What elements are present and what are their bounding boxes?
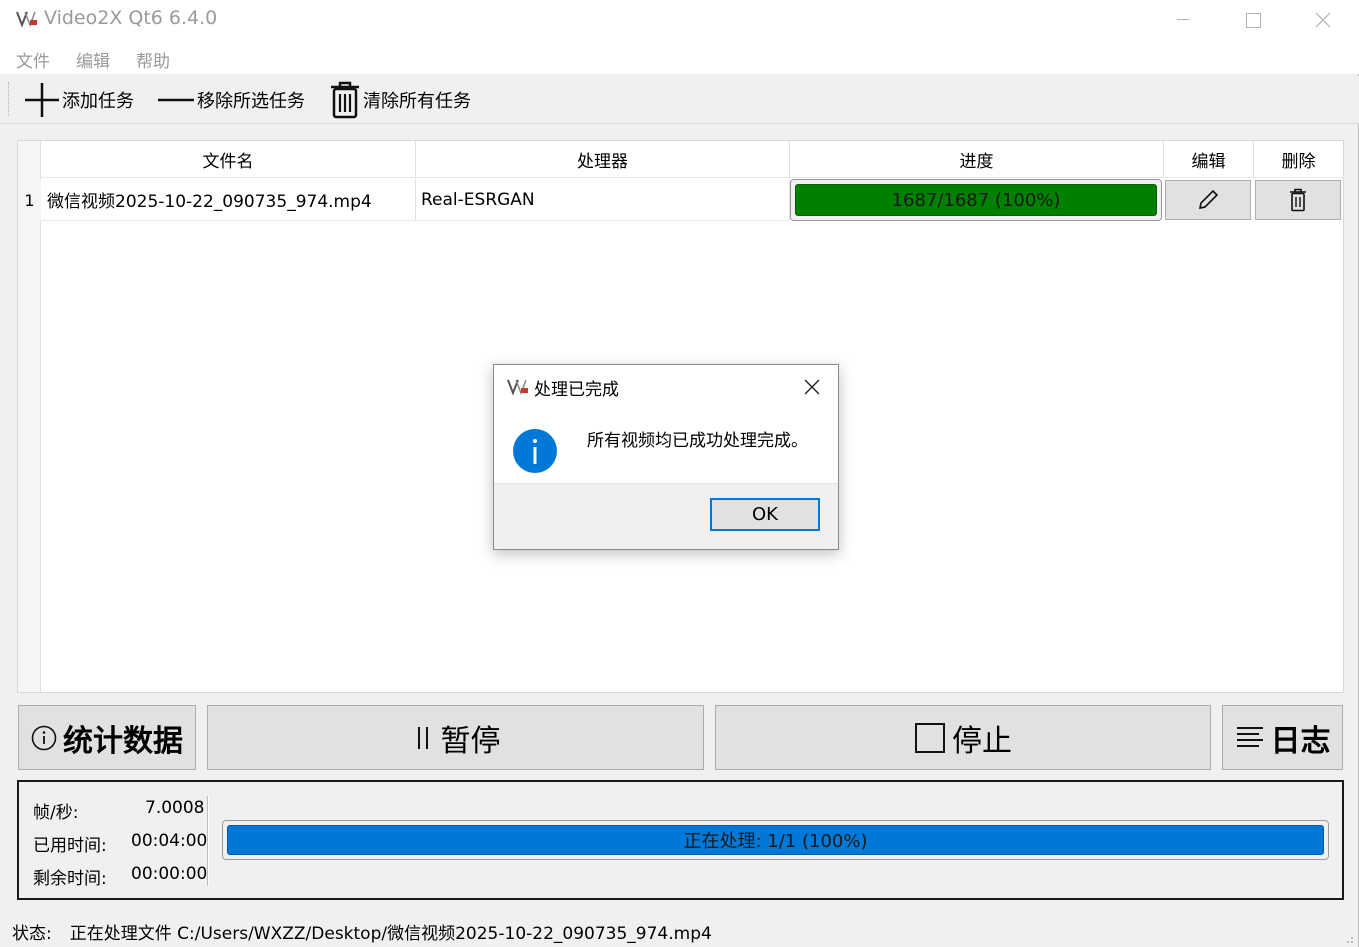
add-task-label: 添加任务 (62, 91, 134, 112)
stats-panel: 帧/秒: 7.0008 已用时间: 00:04:00 剩余时间: 00:00:0… (17, 780, 1344, 900)
fps-label: 帧/秒: (33, 803, 79, 823)
maximize-icon[interactable] (1218, 0, 1288, 40)
app-logo-icon (507, 379, 528, 395)
row-progress-bar: 1687/1687 (100%) (790, 179, 1162, 221)
minimize-icon[interactable] (1148, 0, 1218, 40)
overall-progress-bar: 正在处理: 1/1 (100%) (222, 820, 1329, 860)
dialog-title: 处理已完成 (534, 380, 619, 400)
row-progress-text: 1687/1687 (100%) (891, 189, 1061, 211)
resize-grip-icon[interactable] (1340, 930, 1354, 944)
close-icon[interactable] (800, 375, 824, 399)
header-filename[interactable]: 文件名 (41, 141, 416, 178)
header-delete[interactable]: 删除 (1254, 141, 1343, 178)
list-lines-icon (1236, 726, 1263, 747)
fps-value: 7.0008 (145, 798, 205, 818)
remaining-value: 00:00:00 (131, 864, 208, 884)
header-progress[interactable]: 进度 (790, 141, 1164, 178)
toolbar-grip[interactable] (8, 82, 10, 116)
pause-icon (417, 726, 428, 749)
main-window: Video2X Qt6 6.4.0 文件 编辑 帮助 添加任务 移除所选任务 清… (0, 0, 1359, 947)
menu-edit[interactable]: 编辑 (76, 47, 110, 72)
status-bar: 状态: 正在处理文件 C:/Users/WXZZ/Desktop/微信视频2025… (12, 919, 712, 944)
completion-dialog: 处理已完成 所有视频均已成功处理完成。 OK (493, 364, 839, 550)
header-processor[interactable]: 处理器 (416, 141, 790, 178)
info-circle-icon (31, 725, 57, 750)
dialog-message: 所有视频均已成功处理完成。 (587, 431, 808, 451)
pencil-icon (1198, 189, 1219, 210)
log-button[interactable]: 日志 (1222, 705, 1343, 770)
dialog-body: 处理已完成 所有视频均已成功处理完成。 (494, 365, 838, 484)
status-text: 正在处理文件 C:/Users/WXZZ/Desktop/微信视频2025-10… (69, 924, 712, 944)
header-edit[interactable]: 编辑 (1164, 141, 1254, 178)
menu-bar: 文件 编辑 帮助 (0, 40, 1359, 74)
remove-selected-label: 移除所选任务 (197, 91, 305, 112)
stats-button-label: 统计数据 (63, 723, 183, 759)
title-bar: Video2X Qt6 6.4.0 (0, 0, 1359, 40)
window-title: Video2X Qt6 6.4.0 (44, 7, 218, 29)
remove-selected-button[interactable]: 移除所选任务 (157, 82, 305, 118)
stop-square-icon (915, 722, 945, 753)
plus-icon (25, 83, 59, 117)
trash-icon (1290, 188, 1306, 212)
clear-all-button[interactable]: 清除所有任务 (329, 81, 471, 119)
elapsed-value: 00:04:00 (131, 831, 208, 851)
stop-button[interactable]: 停止 (715, 705, 1211, 770)
remaining-label: 剩余时间: (33, 869, 107, 889)
close-icon[interactable] (1288, 0, 1358, 40)
edit-row-button[interactable] (1165, 180, 1251, 220)
ok-button[interactable]: OK (710, 498, 820, 531)
stats-divider (207, 796, 209, 886)
table-cell-filename[interactable]: 微信视频2025-10-22_090735_974.mp4 (41, 179, 416, 221)
pause-button[interactable]: 暂停 (207, 705, 704, 770)
trash-icon (331, 81, 359, 119)
clear-all-label: 清除所有任务 (363, 91, 471, 112)
toolbar: 添加任务 移除所选任务 清除所有任务 (0, 76, 1359, 124)
minus-icon (158, 98, 194, 102)
row-header-column (18, 141, 41, 692)
menu-help[interactable]: 帮助 (136, 47, 170, 72)
log-button-label: 日志 (1270, 723, 1331, 759)
pause-button-label: 暂停 (440, 723, 501, 759)
overall-progress-text: 正在处理: 1/1 (100%) (683, 831, 868, 852)
stats-button[interactable]: 统计数据 (18, 705, 196, 770)
elapsed-label: 已用时间: (33, 836, 107, 856)
menu-file[interactable]: 文件 (16, 47, 50, 72)
status-label: 状态: (12, 924, 52, 944)
stop-button-label: 停止 (952, 723, 1012, 759)
row-index[interactable]: 1 (18, 179, 41, 221)
table-cell-processor[interactable]: Real-ESRGAN (416, 179, 790, 221)
delete-row-button[interactable] (1255, 180, 1341, 220)
add-task-button[interactable]: 添加任务 (24, 82, 134, 118)
app-logo-icon (16, 11, 37, 28)
info-circle-icon (513, 429, 557, 473)
